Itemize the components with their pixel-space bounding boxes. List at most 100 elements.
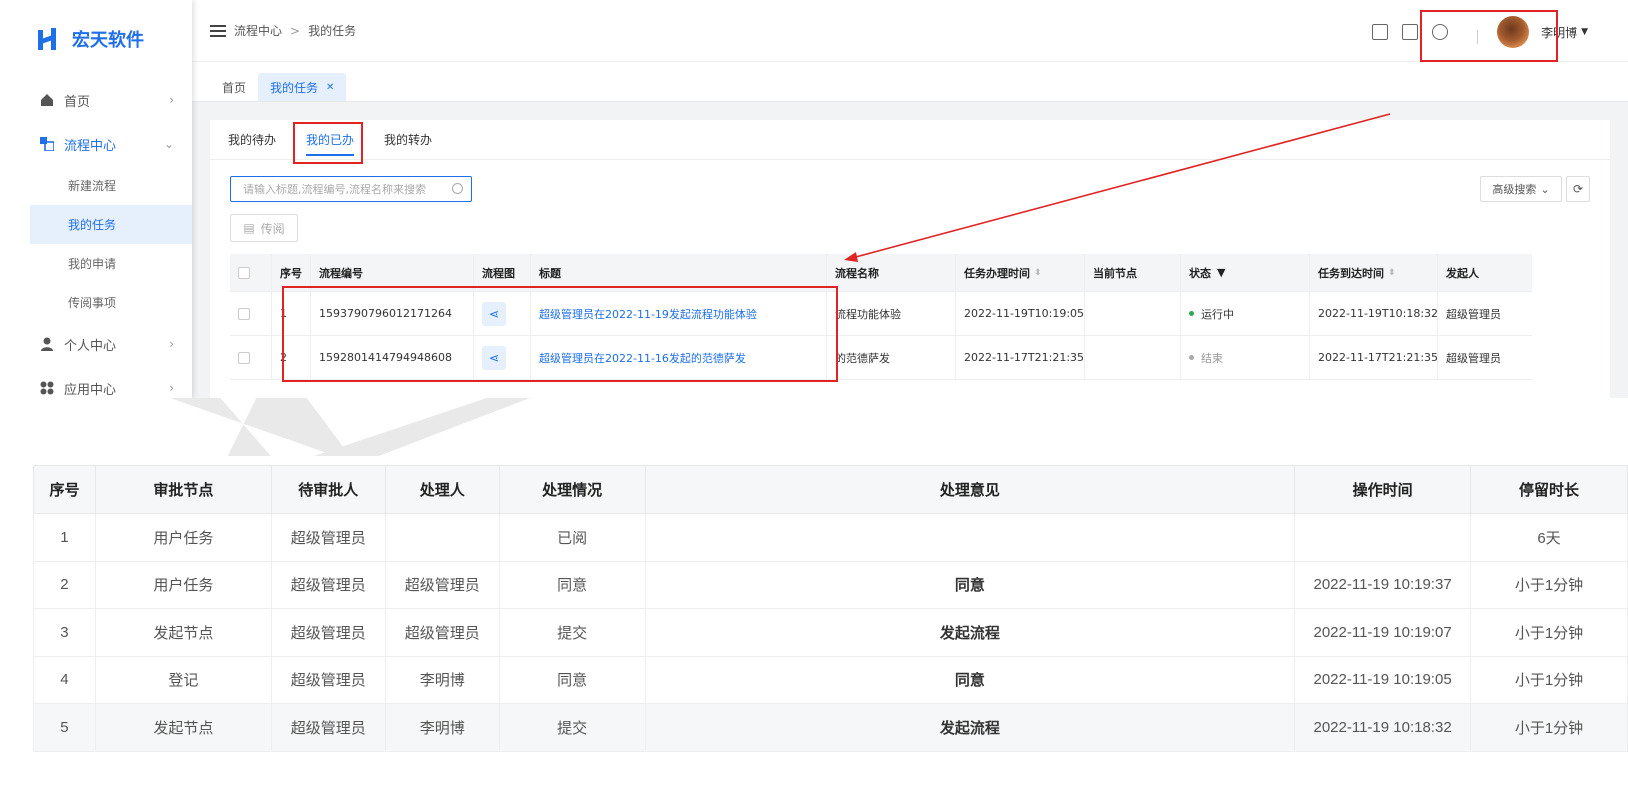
- cell-opinion: 发起流程: [644, 703, 1296, 752]
- sidebar: 宏天软件 首页 › 流程中心 ⌄ 新建流程 我的任务 我的申请 传阅事项 个人中…: [30, 0, 192, 398]
- table-header-row: 序号 审批节点 待审批人 处理人 处理情况 处理意见 操作时间 停留时长: [33, 465, 1628, 514]
- search-input[interactable]: 请输入标题,流程编号,流程名称来搜索: [230, 176, 472, 202]
- advanced-search-button[interactable]: 高级搜索 ⌄: [1480, 176, 1562, 202]
- table-header-label: 任务办理时间: [964, 266, 1030, 280]
- table-row: 2 用户任务 超级管理员 超级管理员 同意 同意 2022-11-19 10:1…: [33, 560, 1628, 609]
- cell-pending: 超级管理员: [270, 560, 386, 609]
- cell-no: 1: [33, 513, 96, 562]
- cell-pending: 超级管理员: [270, 608, 386, 657]
- sidebar-item-home[interactable]: 首页 ›: [30, 78, 192, 122]
- subtab-todo[interactable]: 我的待办: [228, 131, 276, 148]
- select-all-cell: [230, 254, 272, 291]
- apps-icon: [40, 381, 54, 395]
- table-row: 3 发起节点 超级管理员 超级管理员 提交 发起流程 2022-11-19 10…: [33, 608, 1628, 657]
- close-icon[interactable]: ✕: [326, 82, 334, 93]
- cell-status: 结束: [1181, 336, 1310, 379]
- search-icon[interactable]: [452, 183, 463, 194]
- cell-arrive-time: 2022-11-17T21:21:35: [1310, 336, 1438, 379]
- circulate-label: 传阅: [260, 221, 285, 236]
- cell-opinion: 同意: [644, 560, 1296, 609]
- cell-status: 已阅: [498, 513, 646, 562]
- status-badge: 运行中: [1201, 307, 1234, 321]
- table-header: 待审批人: [270, 465, 386, 514]
- sidebar-item-app-center[interactable]: 应用中心 ›: [30, 366, 192, 398]
- table-row: 5 发起节点 超级管理员 李明博 提交 发起流程 2022-11-19 10:1…: [33, 703, 1628, 752]
- status-badge: 结束: [1201, 351, 1223, 365]
- table-header-filter[interactable]: 状态 ▼: [1181, 254, 1310, 291]
- tab-my-tasks[interactable]: 我的任务 ✕: [258, 73, 347, 101]
- cell-status: 运行中: [1181, 292, 1310, 335]
- cell-duration: 小于1分钟: [1470, 608, 1628, 657]
- table-header: 停留时长: [1470, 465, 1628, 514]
- fullscreen-icon[interactable]: [1402, 24, 1418, 40]
- sort-icon[interactable]: ⬍: [1034, 268, 1042, 278]
- sidebar-item-label: 应用中心: [64, 382, 117, 398]
- select-all-checkbox[interactable]: [238, 266, 250, 279]
- table-header-sortable[interactable]: 任务办理时间 ⬍: [956, 254, 1085, 291]
- cell-status: 提交: [498, 703, 646, 752]
- cell-initiator: 超级管理员: [1446, 351, 1501, 365]
- row-checkbox[interactable]: [238, 351, 250, 364]
- cell-status: 同意: [498, 560, 646, 609]
- table-header-label: 状态: [1189, 266, 1211, 280]
- sort-icon[interactable]: ⬍: [1388, 268, 1396, 278]
- cell-handler: [384, 513, 500, 562]
- breadcrumb-item[interactable]: 流程中心: [234, 22, 282, 39]
- cell-no: 3: [33, 608, 96, 657]
- sidebar-subitem-my-applications[interactable]: 我的申请: [30, 244, 192, 283]
- task-subtabs: 我的待办 我的已办 我的转办: [210, 120, 1610, 160]
- message-icon[interactable]: [1372, 24, 1388, 40]
- table-header: 处理意见: [644, 465, 1296, 514]
- cell-pending: 超级管理员: [270, 703, 386, 752]
- tab-label: 我的任务: [270, 80, 319, 95]
- cell-handler: 超级管理员: [384, 560, 500, 609]
- sidebar-item-flow-center[interactable]: 流程中心 ⌄: [30, 122, 192, 166]
- home-icon: [40, 93, 54, 107]
- breadcrumb-separator: >: [290, 23, 301, 38]
- table-header-sortable[interactable]: 任务到达时间 ⬍: [1310, 254, 1438, 291]
- cell-initiator: 超级管理员: [1446, 307, 1501, 321]
- refresh-button[interactable]: ⟳: [1566, 176, 1590, 202]
- row-select-cell: [230, 336, 272, 379]
- page-tabs: 首页 我的任务 ✕: [192, 62, 1628, 102]
- logo-icon: [38, 28, 60, 50]
- chevron-right-icon: ›: [169, 337, 174, 351]
- cell-handler: 超级管理员: [384, 608, 500, 657]
- cell-opinion: 同意: [644, 655, 1296, 704]
- circulate-button[interactable]: ▤ 传阅: [230, 214, 298, 242]
- cell-node: 登记: [94, 655, 272, 704]
- app-logo[interactable]: 宏天软件: [30, 0, 192, 78]
- cell-time: 2022-11-19 10:18:32: [1294, 703, 1472, 752]
- chevron-down-icon: ⌄: [163, 137, 174, 151]
- row-checkbox[interactable]: [238, 307, 250, 320]
- tab-label: 首页: [222, 80, 247, 95]
- approval-history-table: 序号 审批节点 待审批人 处理人 处理情况 处理意见 操作时间 停留时长 1 用…: [33, 465, 1628, 752]
- cell-duration: 6天: [1470, 513, 1628, 562]
- cell-pending: 超级管理员: [270, 655, 386, 704]
- table-header: 处理人: [384, 465, 500, 514]
- breadcrumb: 流程中心 > 我的任务: [234, 22, 356, 39]
- filter-icon[interactable]: ▼: [1217, 266, 1225, 279]
- table-header: 发起人: [1446, 266, 1479, 280]
- sidebar-subitem-new-flow[interactable]: 新建流程: [30, 166, 192, 205]
- table-header: 流程名称: [827, 254, 956, 291]
- cell-node: 发起节点: [94, 703, 272, 752]
- table-header: 当前节点: [1085, 254, 1181, 291]
- table-header: 操作时间: [1294, 465, 1472, 514]
- caret-down-icon: ▼: [1581, 27, 1588, 37]
- subtab-transferred[interactable]: 我的转办: [384, 131, 432, 148]
- cell-flow-name: 的范德萨发: [827, 336, 956, 379]
- cell-node: 用户任务: [94, 560, 272, 609]
- sidebar-subitem-circulation[interactable]: 传阅事项: [30, 283, 192, 322]
- table-header: 序号: [33, 465, 96, 514]
- table-header: 审批节点: [94, 465, 272, 514]
- circulate-icon: ▤: [243, 221, 255, 235]
- logo-text: 宏天软件: [72, 30, 144, 51]
- chevron-right-icon: ›: [169, 381, 174, 395]
- cell-node: [1085, 336, 1181, 379]
- sidebar-item-personal-center[interactable]: 个人中心 ›: [30, 322, 192, 366]
- tab-home[interactable]: 首页: [210, 73, 258, 101]
- refresh-icon: ⟳: [1572, 182, 1584, 196]
- sidebar-subitem-my-tasks[interactable]: 我的任务: [30, 205, 192, 244]
- menu-fold-icon[interactable]: [210, 24, 226, 37]
